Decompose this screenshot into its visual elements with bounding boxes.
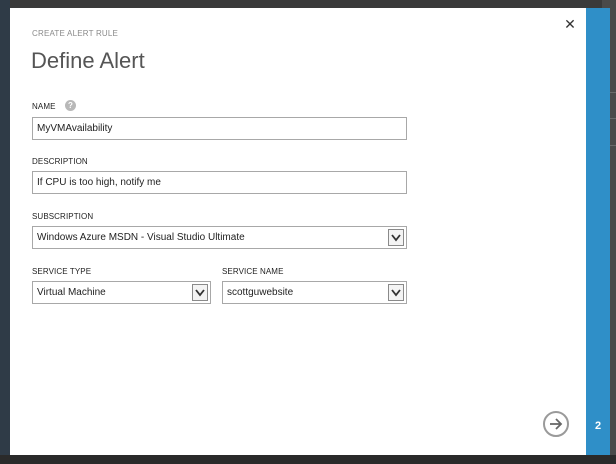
chevron-down-icon[interactable] <box>192 284 208 301</box>
service-name-select[interactable]: scottguwebsite <box>222 281 407 304</box>
create-alert-dialog: ✕ CREATE ALERT RULE Define Alert NAME ? … <box>10 8 586 455</box>
subscription-label: SUBSCRIPTION <box>32 212 94 221</box>
service-name-label: SERVICE NAME <box>222 267 284 276</box>
close-icon: ✕ <box>564 16 576 32</box>
chevron-down-icon[interactable] <box>388 284 404 301</box>
service-type-label: SERVICE TYPE <box>32 267 92 276</box>
name-input[interactable]: MyVMAvailability <box>32 117 407 140</box>
description-input[interactable]: If CPU is too high, notify me <box>32 171 407 194</box>
step-number: 2 <box>594 420 602 432</box>
close-button[interactable]: ✕ <box>563 16 577 32</box>
service-type-select[interactable]: Virtual Machine <box>32 281 211 304</box>
service-name-value: scottguwebsite <box>227 287 294 298</box>
wizard-step-sidebar: 2 <box>586 8 610 455</box>
name-label: NAME <box>32 102 56 111</box>
service-type-value: Virtual Machine <box>37 287 106 298</box>
description-label: DESCRIPTION <box>32 157 88 166</box>
subscription-select[interactable]: Windows Azure MSDN - Visual Studio Ultim… <box>32 226 407 249</box>
subscription-value: Windows Azure MSDN - Visual Studio Ultim… <box>37 232 245 243</box>
next-button[interactable] <box>543 411 569 437</box>
dialog-subtitle: CREATE ALERT RULE <box>32 29 119 38</box>
arrow-right-icon <box>550 418 563 430</box>
page-title: Define Alert <box>31 48 145 73</box>
help-icon[interactable]: ? <box>65 100 76 111</box>
chevron-down-icon[interactable] <box>388 229 404 246</box>
background-portal-left <box>0 0 10 464</box>
background-portal-bottom <box>0 455 616 464</box>
